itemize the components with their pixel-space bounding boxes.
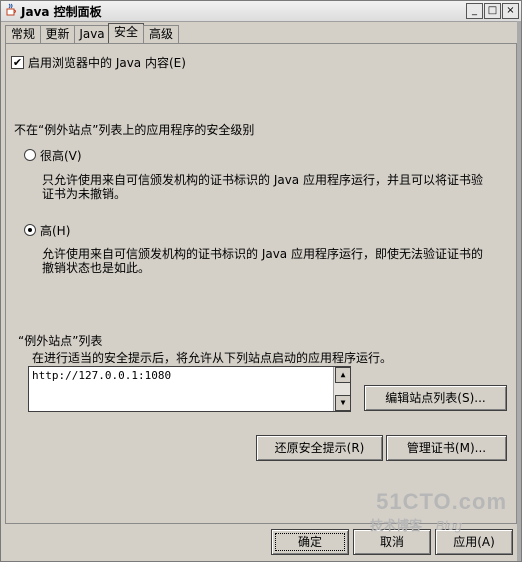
radio-selected-dot: [28, 228, 32, 232]
list-item[interactable]: http://127.0.0.1:1080: [29, 367, 350, 384]
high-label[interactable]: 高(H): [40, 222, 70, 239]
tab-java[interactable]: Java: [74, 25, 110, 43]
java-cup-icon: [6, 3, 16, 16]
restore-security-prompts-button[interactable]: 还原安全提示(R): [256, 435, 383, 461]
watermark-blog: Blog: [435, 518, 462, 533]
minimize-button[interactable]: _: [466, 3, 483, 19]
window-right-border: [517, 21, 521, 561]
manage-certificates-button[interactable]: 管理证书(M)...: [386, 435, 507, 461]
list-scrollbar[interactable]: ▲ ▼: [333, 367, 351, 411]
scroll-up-arrow-icon[interactable]: ▲: [335, 367, 351, 383]
maximize-button[interactable]: □: [484, 3, 501, 19]
security-tab-panel: ✔ 启用浏览器中的 Java 内容(E) 不在“例外站点”列表上的应用程序的安全…: [5, 43, 517, 524]
java-control-panel-window: Java 控制面板 _ □ × 常规 更新 Java 安全 高级 ✔ 启用浏览器…: [0, 0, 522, 562]
title-bar[interactable]: Java 控制面板 _ □ ×: [1, 1, 521, 22]
scroll-down-arrow-icon[interactable]: ▼: [335, 395, 351, 411]
exception-sites-description: 在进行适当的安全提示后，将允许从下列站点启动的应用程序运行。: [32, 351, 393, 365]
tab-general[interactable]: 常规: [5, 25, 41, 43]
exception-sites-heading: “例外站点”列表: [18, 334, 103, 348]
watermark-sub-line: 技术博客 Blog: [370, 515, 507, 534]
high-description-line2: 撤销状态也是如此。: [42, 261, 151, 275]
watermark-sub: 技术博客: [370, 518, 423, 533]
exception-sites-list[interactable]: http://127.0.0.1:1080 ▲ ▼: [28, 366, 351, 412]
watermark: 51CTO.com 技术博客 Blog: [370, 489, 507, 534]
ok-button[interactable]: 确定: [271, 529, 349, 555]
high-radio[interactable]: [24, 224, 36, 236]
window-title: Java 控制面板: [21, 5, 102, 19]
very-high-radio[interactable]: [24, 149, 36, 161]
enable-browser-java-checkbox[interactable]: ✔: [11, 56, 24, 69]
close-button[interactable]: ×: [502, 3, 519, 19]
tab-advanced[interactable]: 高级: [143, 25, 179, 43]
watermark-site: 51CTO.com: [376, 489, 507, 514]
very-high-label[interactable]: 很高(V): [40, 147, 82, 164]
security-level-heading: 不在“例外站点”列表上的应用程序的安全级别: [14, 123, 255, 137]
very-high-description-line2: 证书为未撤销。: [42, 187, 127, 201]
enable-browser-java-label[interactable]: 启用浏览器中的 Java 内容(E): [28, 54, 186, 71]
tab-update[interactable]: 更新: [40, 25, 75, 43]
tab-security[interactable]: 安全: [108, 23, 144, 44]
edit-site-list-button[interactable]: 编辑站点列表(S)...: [364, 385, 507, 411]
